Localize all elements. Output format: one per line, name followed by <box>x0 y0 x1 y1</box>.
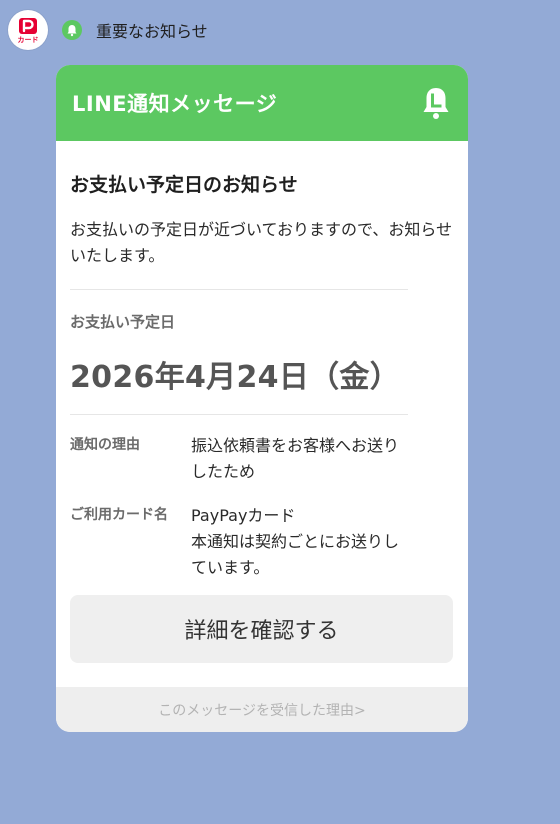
paypay-card-logo-icon <box>19 17 37 34</box>
due-date-value: 2026年4月24日（金） <box>70 360 401 395</box>
due-date-label: お支払い予定日 <box>70 313 176 331</box>
notice-description: お支払いの予定日が近づいておりますので、お知らせいたします。 <box>70 220 453 265</box>
footer-reason-link[interactable]: このメッセージを受信した理由> <box>56 687 468 732</box>
sender-row: カード 重要なお知らせ <box>8 10 208 50</box>
line-bell-icon <box>420 86 452 120</box>
card-header-title: LINE通知メッセージ <box>72 92 278 116</box>
card-header: LINE通知メッセージ <box>56 65 468 141</box>
info-label: 通知の理由 <box>70 437 140 453</box>
sender-avatar[interactable]: カード <box>8 10 48 50</box>
info-value: PayPayカード 本通知は契約ごとにお送りしています。 <box>191 506 400 577</box>
bell-icon <box>62 20 82 40</box>
notice-title: お支払い予定日のお知らせ <box>70 174 298 196</box>
info-value: 振込依頼書をお客様へお送りしたため <box>191 436 400 481</box>
view-details-button[interactable]: 詳細を確認する <box>70 595 453 663</box>
notification-card: LINE通知メッセージ お支払い予定日のお知らせ お支払いの予定日が近づいており… <box>56 65 468 732</box>
info-row-card-name: ご利用カード名 PayPayカード 本通知は契約ごとにお送りしています。 <box>70 503 454 581</box>
sender-name: 重要なお知らせ <box>96 22 208 41</box>
info-row-reason: 通知の理由 振込依頼書をお客様へお送りしたため <box>70 433 454 485</box>
info-label: ご利用カード名 <box>70 507 168 523</box>
divider <box>70 414 408 415</box>
avatar-label: カード <box>17 35 39 44</box>
divider <box>70 289 408 290</box>
card-body: お支払い予定日のお知らせ お支払いの予定日が近づいておりますので、お知らせいたし… <box>56 173 468 663</box>
